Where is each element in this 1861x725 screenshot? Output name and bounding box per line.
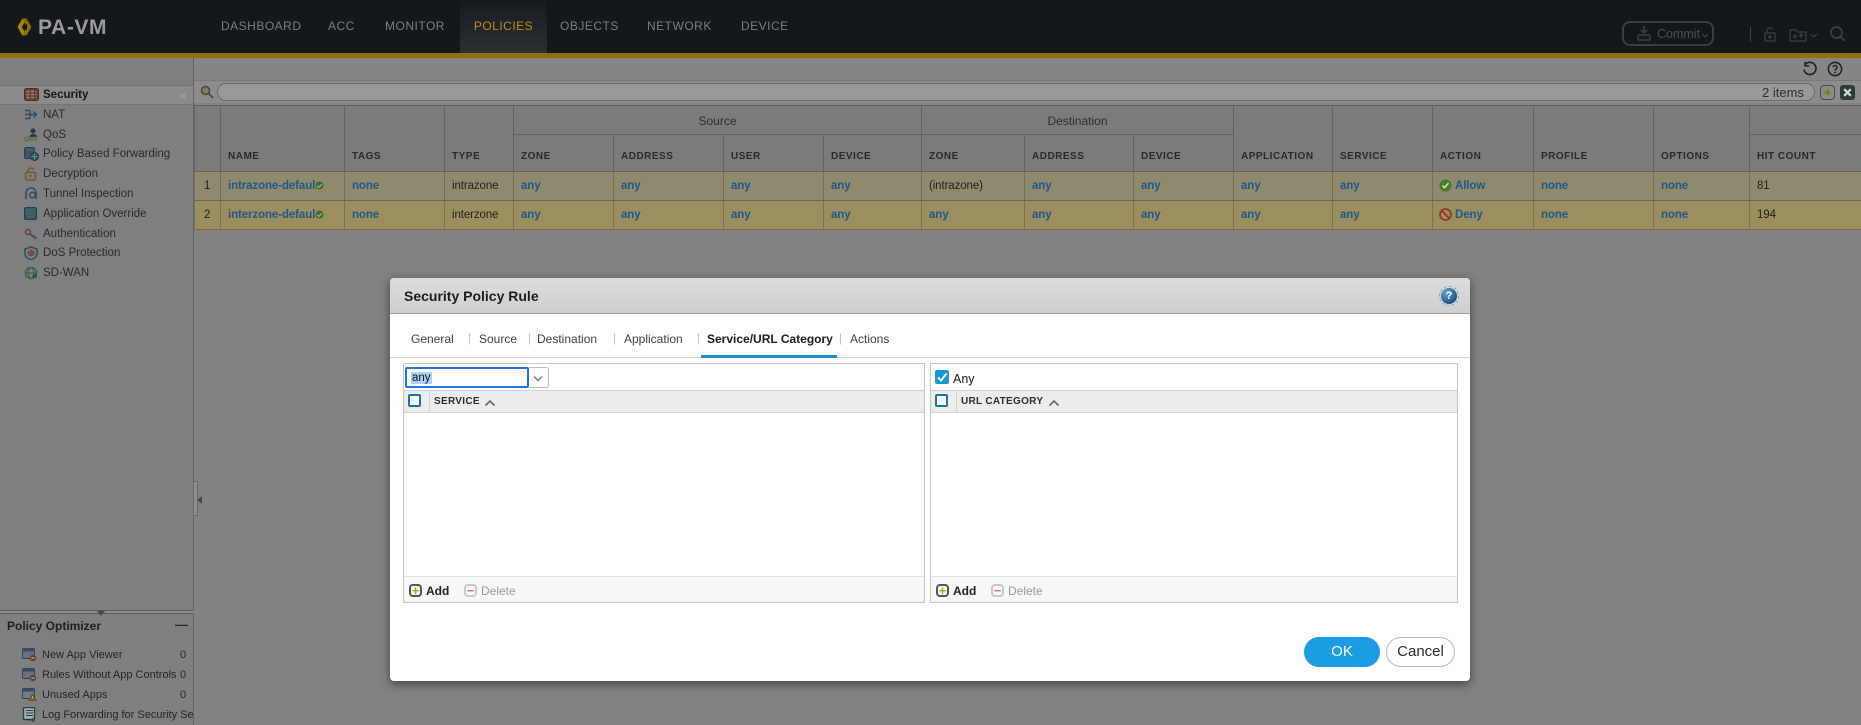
- svg-text:QoS: QoS: [24, 136, 38, 142]
